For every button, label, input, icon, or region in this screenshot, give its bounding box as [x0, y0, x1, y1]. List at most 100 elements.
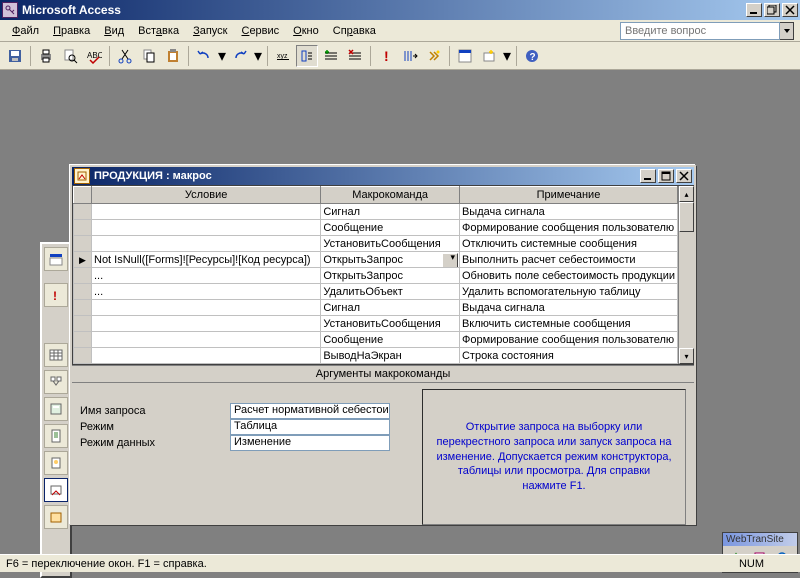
cell-condition[interactable]: [92, 332, 321, 348]
db-macros-icon[interactable]: [44, 478, 68, 502]
conditions-toggle-icon[interactable]: [296, 45, 318, 67]
cell-action[interactable]: Сигнал: [321, 300, 460, 316]
cell-condition[interactable]: [92, 236, 321, 252]
menu-window[interactable]: Окно: [287, 23, 325, 39]
cell-condition[interactable]: ...: [92, 268, 321, 284]
db-pages-icon[interactable]: [44, 451, 68, 475]
cell-condition[interactable]: [92, 220, 321, 236]
redo-dropdown[interactable]: ▾: [253, 46, 263, 66]
insert-rows-icon[interactable]: [320, 45, 342, 67]
cell-comment[interactable]: Отключить системные сообщения: [459, 236, 677, 252]
db-modules-icon[interactable]: [44, 505, 68, 529]
row-selector[interactable]: [74, 220, 92, 236]
table-row[interactable]: ...УдалитьОбъектУдалить вспомогательную …: [74, 284, 678, 300]
menu-file[interactable]: Файл: [6, 23, 45, 39]
db-objects-icon[interactable]: [44, 247, 68, 271]
menu-view[interactable]: Вид: [98, 23, 130, 39]
scroll-thumb[interactable]: [679, 202, 694, 232]
scroll-up-icon[interactable]: ▴: [679, 186, 694, 202]
cell-condition[interactable]: [92, 300, 321, 316]
grid-vscroll[interactable]: ▴ ▾: [678, 186, 694, 364]
table-row[interactable]: СообщениеФормирование сообщения пользова…: [74, 220, 678, 236]
db-tables-icon[interactable]: [44, 343, 68, 367]
cell-action[interactable]: УстановитьСообщения: [321, 236, 460, 252]
row-selector[interactable]: [74, 300, 92, 316]
cell-comment[interactable]: Выдача сигнала: [459, 300, 677, 316]
cell-comment[interactable]: Удалить вспомогательную таблицу: [459, 284, 677, 300]
help-icon[interactable]: ?: [521, 45, 543, 67]
cell-comment[interactable]: Включить системные сообщения: [459, 316, 677, 332]
build-icon[interactable]: [423, 45, 445, 67]
menu-run[interactable]: Запуск: [187, 23, 233, 39]
cell-action[interactable]: Сообщение: [321, 332, 460, 348]
column-action[interactable]: Макрокоманда: [321, 187, 460, 204]
macro-close-button[interactable]: [676, 169, 692, 183]
row-selector[interactable]: [74, 348, 92, 364]
database-window-icon[interactable]: [454, 45, 476, 67]
table-row[interactable]: УстановитьСообщенияВключить системные со…: [74, 316, 678, 332]
cell-condition[interactable]: [92, 316, 321, 332]
help-search-dropdown[interactable]: [780, 22, 794, 40]
redo-icon[interactable]: [229, 45, 251, 67]
minimize-button[interactable]: [746, 3, 762, 17]
arg-datamode-input[interactable]: Изменение: [230, 435, 390, 451]
row-selector[interactable]: [74, 236, 92, 252]
table-row[interactable]: Not IsNull([Forms]![Ресурсы]![Код ресурс…: [74, 252, 678, 268]
webtransite-title[interactable]: WebTranSite: [723, 533, 797, 546]
cell-comment[interactable]: Строка состояния: [459, 348, 677, 364]
menu-tools[interactable]: Сервис: [235, 23, 285, 39]
cell-comment[interactable]: Выполнить расчет себестоимости: [459, 252, 677, 268]
arg-mode-input[interactable]: Таблица: [230, 419, 390, 435]
row-selector[interactable]: [74, 268, 92, 284]
copy-icon[interactable]: [138, 45, 160, 67]
cell-action[interactable]: ВыводНаЭкран: [321, 348, 460, 364]
table-row[interactable]: СигналВыдача сигнала: [74, 204, 678, 220]
column-condition[interactable]: Условие: [92, 187, 321, 204]
menu-help[interactable]: Справка: [327, 23, 382, 39]
cut-icon[interactable]: [114, 45, 136, 67]
db-queries-icon[interactable]: [44, 370, 68, 394]
table-row[interactable]: ВыводНаЭкранСтрока состояния: [74, 348, 678, 364]
paste-icon[interactable]: [162, 45, 184, 67]
cell-action[interactable]: УдалитьОбъект: [321, 284, 460, 300]
row-selector[interactable]: [74, 284, 92, 300]
row-selector[interactable]: [74, 252, 92, 268]
table-row[interactable]: СигналВыдача сигнала: [74, 300, 678, 316]
cell-condition[interactable]: ...: [92, 284, 321, 300]
undo-icon[interactable]: [193, 45, 215, 67]
print-preview-icon[interactable]: [59, 45, 81, 67]
cell-comment[interactable]: Обновить поле себестоимость продукции: [459, 268, 677, 284]
cell-comment[interactable]: Формирование сообщения пользователю: [459, 220, 677, 236]
restore-button[interactable]: [764, 3, 780, 17]
cell-action[interactable]: Сигнал: [321, 204, 460, 220]
macro-minimize-button[interactable]: [640, 169, 656, 183]
table-row[interactable]: СообщениеФормирование сообщения пользова…: [74, 332, 678, 348]
new-object-icon[interactable]: [478, 45, 500, 67]
cell-comment[interactable]: Выдача сигнала: [459, 204, 677, 220]
menu-edit[interactable]: Правка: [47, 23, 96, 39]
spellcheck-icon[interactable]: ABC: [83, 45, 105, 67]
table-row[interactable]: УстановитьСообщенияОтключить системные с…: [74, 236, 678, 252]
macro-grid[interactable]: Условие Макрокоманда Примечание СигналВы…: [73, 186, 678, 364]
print-icon[interactable]: [35, 45, 57, 67]
row-selector[interactable]: [74, 204, 92, 220]
scroll-down-icon[interactable]: ▾: [679, 348, 694, 364]
single-step-icon[interactable]: [399, 45, 421, 67]
run-icon[interactable]: !: [375, 45, 397, 67]
macro-titlebar[interactable]: ПРОДУКЦИЯ : макрос: [72, 167, 694, 185]
cell-action[interactable]: УстановитьСообщения: [321, 316, 460, 332]
arg-queryname-input[interactable]: Расчет нормативной себестоимости: [230, 403, 390, 419]
db-forms-icon[interactable]: [44, 397, 68, 421]
db-run-icon[interactable]: !: [44, 283, 68, 307]
cell-action[interactable]: ОткрытьЗапрос: [321, 252, 460, 268]
close-button[interactable]: [782, 3, 798, 17]
new-object-dropdown[interactable]: ▾: [502, 46, 512, 66]
cell-condition[interactable]: [92, 348, 321, 364]
macro-names-icon[interactable]: xyz: [272, 45, 294, 67]
menu-insert[interactable]: Вставка: [132, 23, 185, 39]
cell-comment[interactable]: Формирование сообщения пользователю: [459, 332, 677, 348]
macro-maximize-button[interactable]: [658, 169, 674, 183]
cell-action[interactable]: ОткрытьЗапрос: [321, 268, 460, 284]
cell-condition[interactable]: [92, 204, 321, 220]
delete-rows-icon[interactable]: [344, 45, 366, 67]
